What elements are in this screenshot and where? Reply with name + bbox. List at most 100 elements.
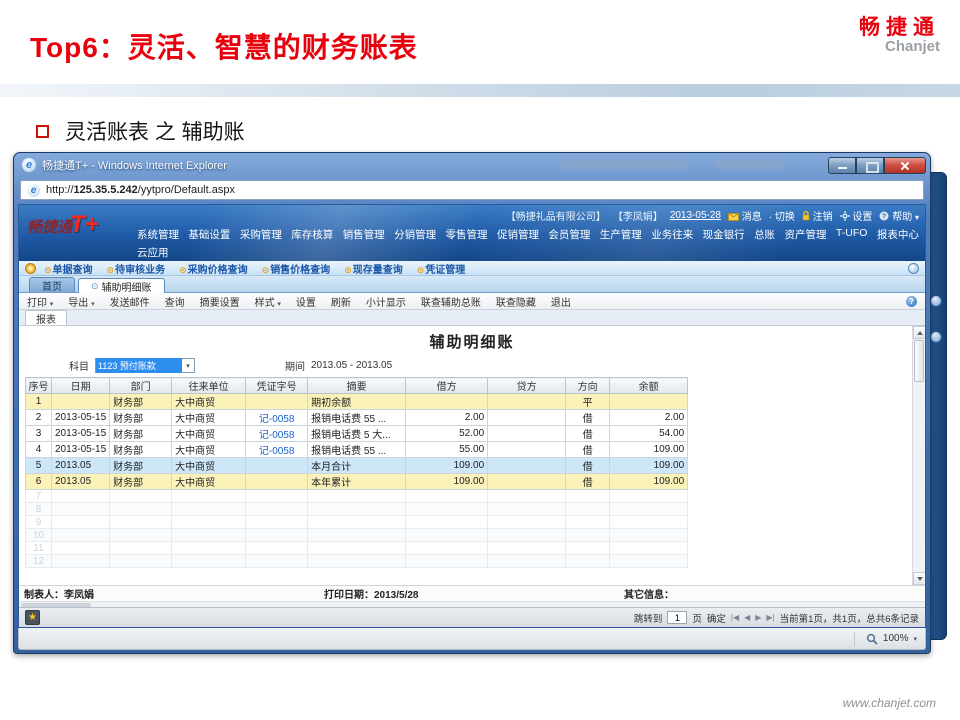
quick-link[interactable]: ⊙待审核业务	[107, 261, 166, 276]
voucher-link[interactable]: 记-0058	[246, 410, 308, 426]
next-page-icon[interactable]: ▶	[755, 613, 761, 622]
nav-item-cloud[interactable]: 云应用	[137, 247, 169, 259]
collapse-button-icon[interactable]	[908, 263, 919, 274]
nav-item[interactable]: 库存核算	[291, 227, 333, 242]
scrollbar-thumb[interactable]	[21, 603, 91, 607]
nav-item[interactable]: T-UFO	[836, 227, 868, 242]
page-number-input[interactable]	[667, 611, 687, 624]
confirm-button[interactable]: 确定	[707, 611, 726, 625]
toolbar-button[interactable]: 联查隐藏	[496, 294, 536, 309]
logout-link[interactable]: 注销	[802, 208, 833, 223]
cell: 109.00	[406, 458, 488, 474]
window-title: 畅捷通T+ - Windows Internet Explorer	[42, 157, 227, 173]
page-favicon: e	[27, 184, 40, 197]
col-header[interactable]: 日期	[52, 378, 110, 394]
nav-item[interactable]: 销售管理	[343, 227, 385, 242]
voucher-link[interactable]: 记-0058	[246, 426, 308, 442]
nav-item[interactable]: 业务往来	[651, 227, 693, 242]
toolbar-button[interactable]: 设置	[296, 294, 316, 309]
address-input[interactable]: e http://125.35.5.242/yytpro/Default.asp…	[20, 180, 924, 200]
subject-select[interactable]: 1123 预付账款 ▾	[95, 358, 195, 373]
chevron-down-icon[interactable]: ▾	[913, 635, 917, 643]
col-header[interactable]: 借方	[406, 378, 488, 394]
nav-item[interactable]: 基础设置	[188, 227, 230, 242]
nav-item[interactable]: 报表中心	[877, 227, 919, 242]
toolbar-button[interactable]: 小计显示	[366, 294, 406, 309]
nav-item[interactable]: 资产管理	[784, 227, 826, 242]
cell: 本月合计	[308, 458, 406, 474]
toolbar-button[interactable]: 摘要设置	[200, 294, 240, 309]
cell	[52, 394, 110, 410]
col-header[interactable]: 余额	[610, 378, 688, 394]
nav-item[interactable]: 分销管理	[394, 227, 436, 242]
nav-item[interactable]: 促销管理	[497, 227, 539, 242]
nav-item[interactable]: 系统管理	[137, 227, 179, 242]
ie-window: e 畅捷通T+ - Windows Internet Explorer e ht…	[13, 152, 931, 654]
app-logo: 畅捷通T+	[27, 211, 99, 239]
tab-home[interactable]: 首页	[29, 277, 75, 292]
nav-item[interactable]: 现金银行	[703, 227, 745, 242]
titlebar: e 畅捷通T+ - Windows Internet Explorer	[14, 153, 930, 177]
settings-link[interactable]: 设置	[840, 208, 873, 223]
nav-item[interactable]: 会员管理	[548, 227, 590, 242]
col-header[interactable]: 摘要	[308, 378, 406, 394]
nav-item[interactable]: 采购管理	[240, 227, 282, 242]
toolbar-button[interactable]: 查询	[165, 294, 185, 309]
toolbar-button[interactable]: 导出 ▾	[68, 294, 94, 309]
col-header[interactable]: 往来单位	[172, 378, 246, 394]
toolbar-button[interactable]: 退出	[551, 294, 571, 309]
ie-statusbar: 100% ▾	[18, 628, 926, 650]
horizontal-scrollbar[interactable]	[19, 601, 925, 607]
cell	[488, 410, 566, 426]
statusbar-divider	[854, 632, 855, 646]
zoom-level[interactable]: 100%	[883, 633, 909, 644]
col-header[interactable]: 凭证字号	[246, 378, 308, 394]
vertical-scrollbar[interactable]	[912, 326, 925, 585]
cell: 6	[26, 474, 52, 490]
maximize-button[interactable]	[856, 157, 884, 174]
login-date-link[interactable]: 2013-05-28	[670, 210, 721, 221]
help-link[interactable]: ? 帮助 ▾	[879, 208, 919, 223]
toolbar-button[interactable]: 联查辅助总账	[421, 294, 481, 309]
scrollbar-thumb[interactable]	[914, 340, 924, 382]
bullet-dot-icon: ⊙	[44, 265, 52, 275]
voucher-link[interactable]: 记-0058	[246, 442, 308, 458]
messages-link[interactable]: 消息	[728, 208, 762, 223]
tab-report[interactable]: 报表	[25, 310, 67, 325]
nav-item[interactable]: 总账	[754, 227, 775, 242]
toolbar-button[interactable]: 发送邮件	[110, 294, 150, 309]
table-row-empty: 10	[26, 529, 688, 542]
quick-link[interactable]: ⊙单据查询	[44, 261, 93, 276]
close-button[interactable]	[884, 157, 926, 174]
redacted-blur	[559, 161, 689, 169]
cell: 大中商贸	[172, 394, 246, 410]
table-row-year-total: 62013.05财务部大中商贸本年累计109.00借109.00	[26, 474, 688, 490]
cell: 借	[566, 442, 610, 458]
ledger-table: 序号 日期 部门 往来单位 凭证字号 摘要 借方 贷方 方向 余额 1财务部大中…	[25, 377, 688, 568]
toolbar-button[interactable]: 打印 ▾	[27, 294, 53, 309]
cell	[406, 394, 488, 410]
scroll-up-icon[interactable]	[913, 326, 925, 339]
nav-item[interactable]: 零售管理	[446, 227, 488, 242]
quick-link[interactable]: ⊙凭证管理	[417, 261, 466, 276]
switch-link[interactable]: · 切换	[769, 208, 795, 223]
first-page-icon[interactable]: |◀	[731, 613, 739, 622]
col-header[interactable]: 方向	[566, 378, 610, 394]
scroll-down-icon[interactable]	[913, 572, 925, 585]
last-page-icon[interactable]: ▶|	[766, 613, 774, 622]
minimize-button[interactable]	[828, 157, 856, 174]
col-header[interactable]: 贷方	[488, 378, 566, 394]
toolbar-button[interactable]: 样式 ▾	[255, 294, 281, 309]
favorites-icon[interactable]	[25, 263, 36, 274]
prev-page-icon[interactable]: ◀	[744, 613, 750, 622]
favorite-star-button[interactable]: ★	[25, 610, 40, 625]
quick-link[interactable]: ⊙采购价格查询	[179, 261, 248, 276]
tab-auxiliary-ledger[interactable]: ⊙辅助明细账	[78, 278, 165, 293]
quick-link[interactable]: ⊙现存量查询	[344, 261, 403, 276]
quick-link[interactable]: ⊙销售价格查询	[262, 261, 331, 276]
col-header[interactable]: 序号	[26, 378, 52, 394]
nav-item[interactable]: 生产管理	[600, 227, 642, 242]
col-header[interactable]: 部门	[110, 378, 172, 394]
help-icon[interactable]: ?	[906, 296, 917, 307]
toolbar-button[interactable]: 刷新	[331, 294, 351, 309]
